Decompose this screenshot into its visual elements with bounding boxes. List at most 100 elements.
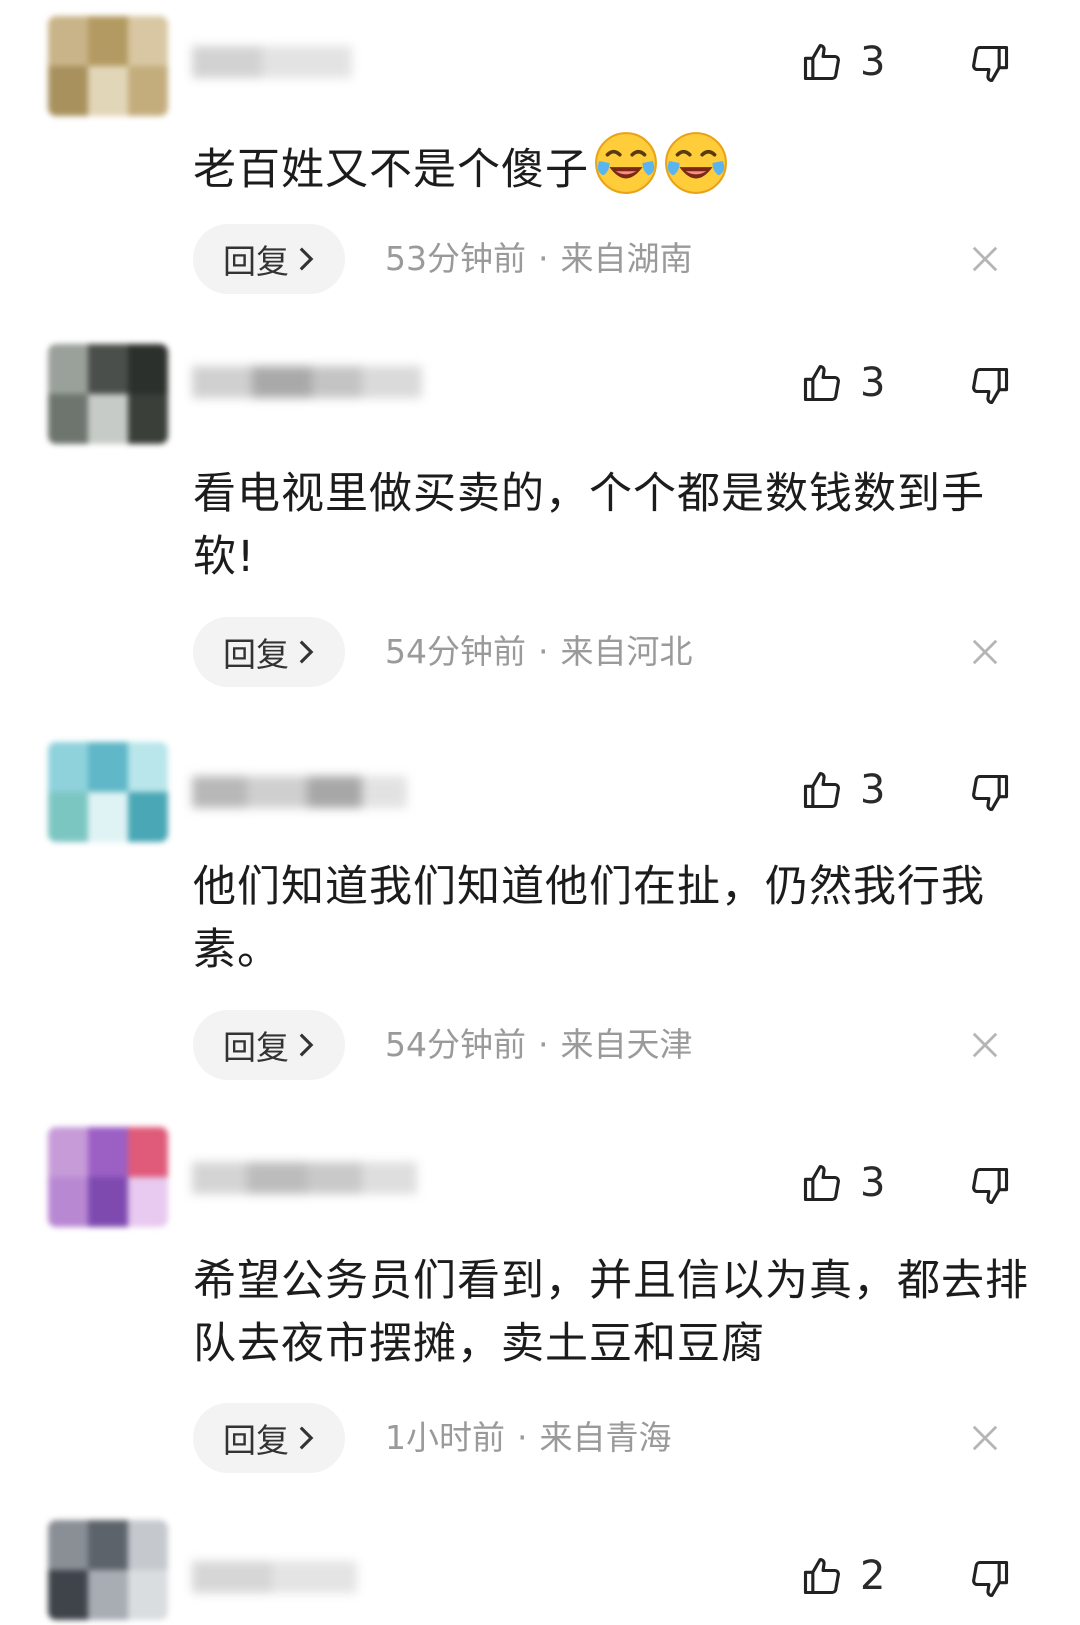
dismiss-button[interactable]: [963, 1416, 1007, 1460]
like-count: 2: [860, 1553, 886, 1599]
avatar-pixel: [88, 1127, 128, 1177]
avatar-pixel: [48, 1177, 88, 1227]
laughing-crying-emoji-icon: [589, 132, 729, 195]
avatar-pixel: [48, 1520, 88, 1570]
comment-time-location: 53分钟前 · 来自湖南: [385, 224, 693, 294]
reply-label: 回复: [223, 242, 289, 281]
username-blurred[interactable]: [192, 40, 352, 84]
avatar-pixel: [128, 792, 168, 842]
like-count: 3: [860, 1160, 886, 1206]
comment-meta: 回复 54分钟前 · 来自河北: [193, 617, 1033, 687]
separator-dot: ·: [517, 1418, 528, 1457]
username-blurred[interactable]: [192, 360, 422, 404]
comment-text: 老百姓又不是个傻子: [193, 130, 1043, 202]
avatar[interactable]: [48, 742, 168, 842]
thumbs-down-icon: [972, 1560, 1009, 1598]
avatar-pixel: [48, 16, 88, 66]
thumbs-up-icon: [803, 364, 840, 402]
avatar-pixel: [88, 66, 128, 116]
avatar-pixel: [88, 1570, 128, 1620]
like-button[interactable]: 3: [800, 34, 910, 90]
reply-label: 回复: [223, 1028, 289, 1067]
username-blurred[interactable]: [192, 1555, 357, 1599]
close-icon: [972, 1425, 998, 1451]
dismiss-button[interactable]: [963, 630, 1007, 674]
comment-time: 54分钟前: [385, 632, 526, 671]
avatar-pixel: [88, 16, 128, 66]
thumbs-up-icon: [803, 1557, 840, 1595]
comment-location: 来自天津: [560, 1025, 693, 1064]
avatar-pixel: [48, 792, 88, 842]
comment-location: 来自青海: [539, 1418, 672, 1457]
thumbs-up-icon: [803, 43, 840, 81]
dislike-button[interactable]: [962, 358, 1018, 414]
like-button[interactable]: 3: [800, 1155, 910, 1211]
avatar-pixel: [88, 742, 128, 792]
thumbs-down-icon: [972, 367, 1009, 405]
avatar-pixel: [48, 66, 88, 116]
comment-time: 53分钟前: [385, 239, 526, 278]
reply-label: 回复: [223, 635, 289, 674]
comment-location: 来自河北: [560, 632, 693, 671]
avatar-pixel: [128, 1177, 168, 1227]
dislike-button[interactable]: [962, 765, 1018, 821]
dismiss-button[interactable]: [963, 1023, 1007, 1067]
comment-location: 来自湖南: [560, 239, 693, 278]
close-icon: [972, 639, 998, 665]
dislike-button[interactable]: [962, 1551, 1018, 1607]
dismiss-button[interactable]: [963, 237, 1007, 281]
like-button[interactable]: 3: [800, 355, 910, 411]
avatar-pixel: [48, 1127, 88, 1177]
comment-time: 1小时前: [385, 1418, 505, 1457]
separator-dot: ·: [538, 239, 549, 278]
comment-text: 希望公务员们看到，并且信以为真，都去排队去夜市摆摊，卖土豆和豆腐: [193, 1256, 1029, 1369]
avatar[interactable]: [48, 1127, 168, 1227]
close-icon: [972, 1032, 998, 1058]
avatar-pixel: [128, 66, 168, 116]
avatar-pixel: [128, 16, 168, 66]
dislike-button[interactable]: [962, 1158, 1018, 1214]
avatar-pixel: [88, 394, 128, 444]
comment-text: 看电视里做买卖的，个个都是数钱数到手软!: [193, 469, 985, 582]
chevron-right-icon: [299, 247, 314, 271]
chevron-right-icon: [299, 640, 314, 664]
comment-meta: 回复 54分钟前 · 来自天津: [193, 1010, 1033, 1080]
dislike-button[interactable]: [962, 36, 1018, 92]
reply-button[interactable]: 回复: [193, 617, 345, 687]
comment-meta: 回复 53分钟前 · 来自湖南: [193, 224, 1033, 294]
avatar-pixel: [128, 1520, 168, 1570]
comment-time-location: 54分钟前 · 来自河北: [385, 617, 693, 687]
avatar-pixel: [128, 394, 168, 444]
like-button[interactable]: 3: [800, 762, 910, 818]
separator-dot: ·: [538, 632, 549, 671]
avatar-pixel: [48, 344, 88, 394]
like-count: 3: [860, 39, 886, 85]
thumbs-up-icon: [803, 1164, 840, 1202]
comment-time-location: 1小时前 · 来自青海: [385, 1403, 672, 1473]
reply-button[interactable]: 回复: [193, 1403, 345, 1473]
thumbs-up-icon: [803, 771, 840, 809]
avatar-pixel: [88, 1177, 128, 1227]
comment-time-location: 54分钟前 · 来自天津: [385, 1010, 693, 1080]
thumbs-down-icon: [972, 774, 1009, 812]
avatar-pixel: [48, 1570, 88, 1620]
avatar[interactable]: [48, 1520, 168, 1620]
avatar[interactable]: [48, 344, 168, 444]
comment-body: 老百姓又不是个傻子: [193, 145, 589, 195]
comment-time: 54分钟前: [385, 1025, 526, 1064]
reply-button[interactable]: 回复: [193, 1010, 345, 1080]
avatar-pixel: [88, 1520, 128, 1570]
username-blurred[interactable]: [192, 1156, 417, 1200]
username-blurred[interactable]: [192, 770, 407, 814]
avatar-pixel: [128, 742, 168, 792]
avatar-pixel: [128, 344, 168, 394]
like-count: 3: [860, 360, 886, 406]
avatar-pixel: [88, 344, 128, 394]
thumbs-down-icon: [972, 1167, 1009, 1205]
separator-dot: ·: [538, 1025, 549, 1064]
avatar-pixel: [48, 394, 88, 444]
reply-button[interactable]: 回复: [193, 224, 345, 294]
reply-label: 回复: [223, 1421, 289, 1460]
like-button[interactable]: 2: [800, 1548, 910, 1604]
avatar[interactable]: [48, 16, 168, 116]
